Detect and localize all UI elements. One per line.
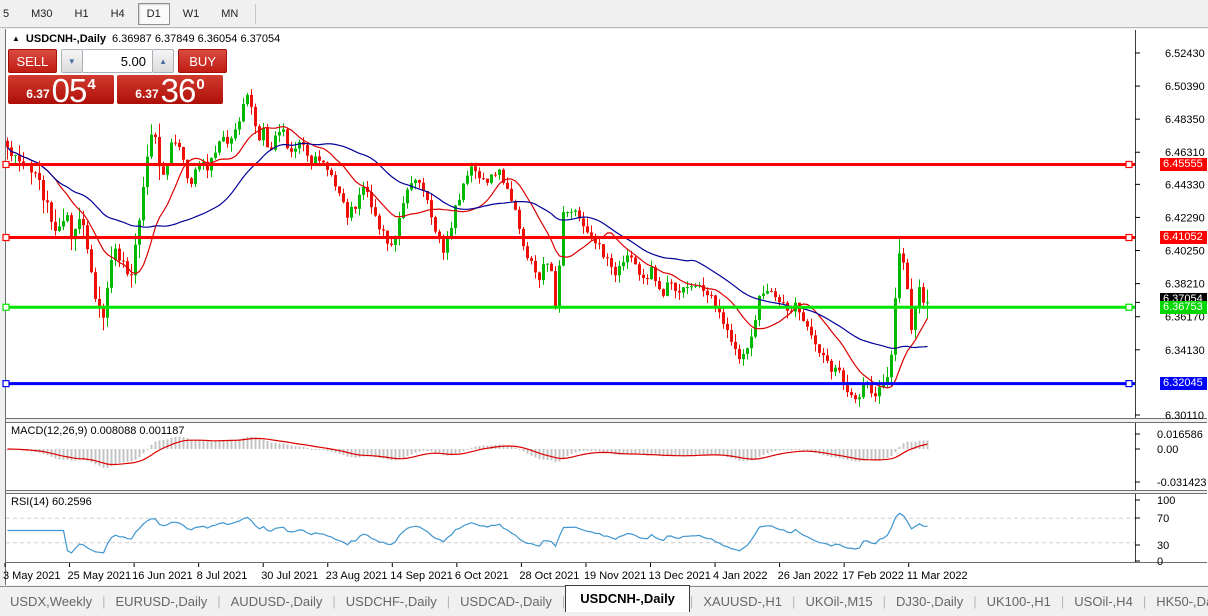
hline-price-flag-6.32045: 6.32045 — [1160, 377, 1207, 391]
volume-decrease-button[interactable]: ▼ — [60, 49, 83, 73]
hline-price-flag-6.45555: 6.45555 — [1160, 157, 1207, 171]
trade-prices-row: 6.37 05 4 6.37 36 0 — [8, 72, 227, 109]
collapse-chart-icon[interactable]: ▲ — [12, 34, 20, 44]
volume-input[interactable] — [83, 49, 152, 73]
sell-button[interactable]: SELL — [8, 49, 57, 73]
tab-dj30-daily[interactable]: DJ30-,Daily — [886, 590, 973, 613]
timeframe-button-w1[interactable]: W1 — [174, 3, 209, 25]
sell-price-display[interactable]: 6.37 05 4 — [8, 72, 114, 109]
sell-price-big: 05 — [51, 72, 88, 109]
timeframe-toolbar: 5 M30 H1 H4 D1 W1 MN — [0, 0, 1208, 28]
chart-window — [5, 29, 1208, 585]
sell-price-sup: 4 — [87, 76, 96, 93]
chart-title: ▲ USDCNH-,Daily 6.36987 6.37849 6.36054 … — [12, 33, 280, 45]
tab-eurusd-daily[interactable]: EURUSD-,Daily — [106, 590, 218, 613]
macd-label: MACD(12,26,9) 0.008088 0.001187 — [11, 425, 185, 437]
tab-usoil-h4[interactable]: USOil-,H4 — [1064, 590, 1143, 613]
tab-xauusd-h1[interactable]: XAUUSD-,H1 — [693, 590, 792, 613]
volume-increase-button[interactable]: ▲ — [152, 49, 175, 73]
timeframe-button-h4[interactable]: H4 — [102, 3, 134, 25]
trade-controls-row: SELL ▼ ▲ BUY — [8, 49, 227, 73]
chart-ohlc-values: 6.36987 6.37849 6.36054 6.37054 — [112, 33, 281, 45]
chart-symbol-label: USDCNH-,Daily — [25, 33, 106, 45]
buy-button[interactable]: BUY — [178, 49, 227, 73]
tab-usdchf-daily[interactable]: USDCHF-,Daily — [336, 590, 447, 613]
tab-ukoil-m15[interactable]: UKOil-,M15 — [795, 590, 882, 613]
toolbar-separator — [255, 3, 257, 24]
buy-price-display[interactable]: 6.37 36 0 — [117, 72, 223, 109]
tab-hk50-daily[interactable]: HK50-,Daily — [1146, 590, 1208, 613]
buy-price-small: 6.37 — [135, 87, 159, 101]
hline-price-flag-6.41052: 6.41052 — [1160, 231, 1207, 245]
one-click-trading-panel: SELL ▼ ▲ BUY 6.37 05 4 6.37 36 0 — [8, 49, 227, 109]
timeframe-button-d1[interactable]: D1 — [137, 2, 170, 25]
sell-price-small: 6.37 — [26, 87, 50, 101]
hline-price-flag-6.36753: 6.36753 — [1160, 300, 1207, 314]
timeframe-button-mn[interactable]: MN — [212, 3, 247, 25]
tab-usdcad-daily[interactable]: USDCAD-,Daily — [450, 590, 562, 613]
tab-usdcnh-daily[interactable]: USDCNH-,Daily — [565, 585, 690, 612]
tab-audusd-daily[interactable]: AUDUSD-,Daily — [221, 590, 333, 613]
timeframe-button-m30[interactable]: M30 — [22, 3, 61, 25]
timeframe-button-5[interactable]: 5 — [0, 3, 18, 25]
buy-price-sup: 0 — [196, 76, 205, 93]
chart-tabs-bar: USDX,Weekly | EURUSD-,Daily | AUDUSD-,Daily |… — [0, 585, 1208, 616]
rsi-label: RSI(14) 60.2596 — [11, 496, 92, 508]
tab-usdx-weekly[interactable]: USDX,Weekly — [0, 590, 102, 613]
buy-price-big: 36 — [160, 72, 197, 109]
tab-uk100-h1[interactable]: UK100-,H1 — [977, 590, 1061, 613]
timeframe-button-h1[interactable]: H1 — [66, 3, 98, 25]
